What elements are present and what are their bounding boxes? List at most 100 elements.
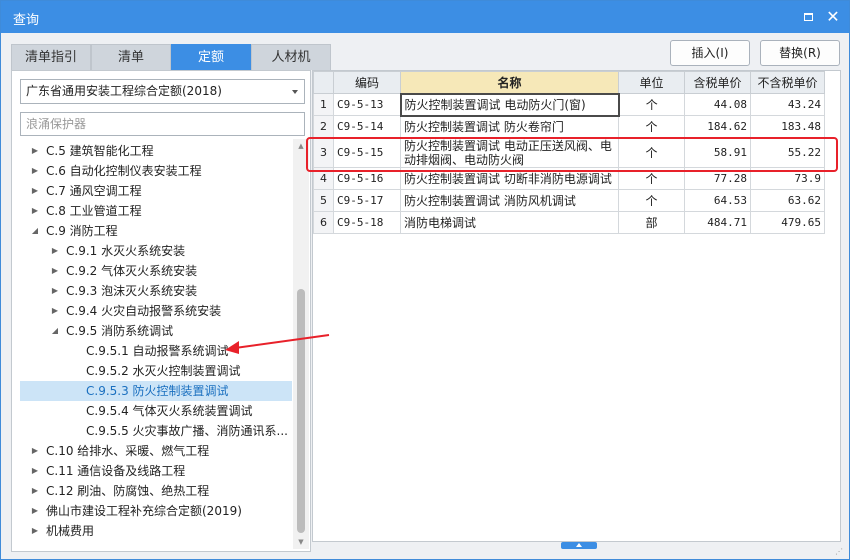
- tree-item[interactable]: ▶ C.9.3 泡沫灭火系统安装: [20, 281, 292, 301]
- cell-unit[interactable]: 个: [618, 115, 685, 138]
- tree-item[interactable]: ▶ C.11 通信设备及线路工程: [20, 461, 292, 481]
- collapsed-arrow-icon[interactable]: ▶: [30, 501, 40, 521]
- tree-item[interactable]: ▶ C.12 刷油、防腐蚀、绝热工程: [20, 481, 292, 501]
- tree-item-label: 机械费用: [46, 524, 95, 538]
- cell-name[interactable]: 防火控制装置调试 防火卷帘门: [400, 115, 619, 138]
- cell-notax-price[interactable]: 43.24: [750, 93, 825, 116]
- collapsed-arrow-icon[interactable]: ▶: [30, 161, 40, 181]
- column-header-unit[interactable]: 单位: [618, 71, 685, 94]
- table-row[interactable]: 2 C9-5-14 防火控制装置调试 防火卷帘门个 184.62 183.48: [313, 115, 825, 138]
- highlight-annotation: [306, 137, 838, 172]
- cell-name[interactable]: 消防电梯调试: [400, 211, 619, 234]
- replace-button[interactable]: 替换(R): [760, 40, 840, 66]
- tree-item-label: C.6 自动化控制仪表安装工程: [46, 164, 202, 178]
- collapsed-arrow-icon[interactable]: ▶: [50, 281, 60, 301]
- tree-item-label: C.9 消防工程: [46, 224, 118, 238]
- tree-item[interactable]: ▶ C.5 建筑智能化工程: [20, 141, 292, 161]
- row-index-header: [313, 71, 334, 94]
- collapsed-arrow-icon[interactable]: ▶: [30, 141, 40, 161]
- collapsed-arrow-icon[interactable]: ▶: [30, 441, 40, 461]
- tree-item[interactable]: ◢ C.9 消防工程: [20, 221, 292, 241]
- tree-item[interactable]: ▶ 机械费用: [20, 521, 292, 541]
- cell-tax-price[interactable]: 484.71: [684, 211, 751, 234]
- row-index[interactable]: 1: [313, 93, 334, 116]
- tab-0[interactable]: 清单指引: [11, 44, 91, 70]
- cell-code[interactable]: C9-5-18: [333, 211, 401, 234]
- tree-item-label: C.9.5.4 气体灭火系统装置调试: [86, 404, 253, 418]
- cell-unit[interactable]: 部: [618, 211, 685, 234]
- tree-item[interactable]: ▶ C.10 给排水、采暖、燃气工程: [20, 441, 292, 461]
- resize-grip-icon[interactable]: ⋰: [835, 547, 845, 557]
- collapsed-arrow-icon[interactable]: ▶: [30, 461, 40, 481]
- row-index[interactable]: 2: [313, 115, 334, 138]
- collapsed-arrow-icon[interactable]: ▶: [50, 261, 60, 281]
- tree-item-label: C.9.4 火灾自动报警系统安装: [66, 304, 222, 318]
- cell-notax-price[interactable]: 183.48: [750, 115, 825, 138]
- cell-notax-price[interactable]: 479.65: [750, 211, 825, 234]
- tree-item[interactable]: C.9.5.4 气体灭火系统装置调试: [20, 401, 292, 421]
- tree-item[interactable]: ▶ C.7 通风空调工程: [20, 181, 292, 201]
- tree-item-label: C.9.5.1 自动报警系统调试: [86, 344, 229, 358]
- scroll-thumb[interactable]: [297, 289, 305, 533]
- tree-item[interactable]: ▶ C.9.1 水灭火系统安装: [20, 241, 292, 261]
- tab-2[interactable]: 定额: [171, 44, 251, 70]
- cell-unit[interactable]: 个: [618, 93, 685, 116]
- chevron-down-icon: [292, 90, 298, 94]
- table-row[interactable]: 6 C9-5-18 消防电梯调试部 484.71 479.65: [313, 211, 825, 234]
- tree-item-label: C.9.5.5 火灾事故广播、消防通讯系...: [86, 424, 288, 438]
- column-header-name[interactable]: 名称: [400, 71, 619, 94]
- library-select[interactable]: 广东省通用安装工程综合定额(2018): [20, 79, 305, 104]
- tree-item[interactable]: ▶ C.9.2 气体灭火系统安装: [20, 261, 292, 281]
- panel-collapse-handle[interactable]: [561, 542, 597, 549]
- scroll-down-icon[interactable]: ▼: [293, 535, 309, 549]
- collapsed-arrow-icon[interactable]: ▶: [30, 481, 40, 501]
- collapsed-arrow-icon[interactable]: ▶: [30, 201, 40, 221]
- cell-name[interactable]: 防火控制装置调试 消防风机调试: [400, 189, 619, 212]
- column-header-tax-price[interactable]: 含税单价: [684, 71, 751, 94]
- tab-1[interactable]: 清单: [91, 44, 171, 70]
- collapsed-arrow-icon[interactable]: ▶: [30, 521, 40, 541]
- table-row[interactable]: 5 C9-5-17 防火控制装置调试 消防风机调试个 64.53 63.62: [313, 189, 825, 212]
- expanded-arrow-icon[interactable]: ◢: [50, 321, 60, 341]
- restore-icon[interactable]: [799, 7, 819, 27]
- collapsed-arrow-icon[interactable]: ▶: [30, 181, 40, 201]
- tree-item[interactable]: ▶ 佛山市建设工程补充综合定额(2019): [20, 501, 292, 521]
- tree-item[interactable]: ▶ C.8 工业管道工程: [20, 201, 292, 221]
- column-header-code[interactable]: 编码: [333, 71, 401, 94]
- tab-3[interactable]: 人材机: [251, 44, 331, 70]
- tree-item[interactable]: ▶ C.9.4 火灾自动报警系统安装: [20, 301, 292, 321]
- collapsed-arrow-icon[interactable]: ▶: [50, 241, 60, 261]
- collapsed-arrow-icon[interactable]: ▶: [50, 301, 60, 321]
- title-bar: 查询 ✕: [1, 1, 849, 33]
- tree-item-label: C.10 给排水、采暖、燃气工程: [46, 444, 210, 458]
- cell-unit[interactable]: 个: [618, 189, 685, 212]
- table-row[interactable]: 1 C9-5-13 防火控制装置调试 电动防火门(窗) 个 44.08 43.24: [313, 92, 825, 117]
- tree-item[interactable]: C.9.5.2 水灭火控制装置调试: [20, 361, 292, 381]
- tree-item-label: C.9.2 气体灭火系统安装: [66, 264, 198, 278]
- tree-item-label: C.9.5.2 水灭火控制装置调试: [86, 364, 241, 378]
- row-index[interactable]: 6: [313, 211, 334, 234]
- tree-item[interactable]: ▶ C.6 自动化控制仪表安装工程: [20, 161, 292, 181]
- tree-item-label: C.9.1 水灭火系统安装: [66, 244, 186, 258]
- cell-notax-price[interactable]: 63.62: [750, 189, 825, 212]
- tree-item[interactable]: C.9.5.3 防火控制装置调试: [20, 381, 292, 401]
- cell-code[interactable]: C9-5-13: [333, 93, 401, 116]
- query-dialog: 查询 ✕ 清单指引 清单 定额 人材机 插入(I) 替换(R) 广东省通用安装工程综合…: [0, 0, 850, 560]
- insert-button[interactable]: 插入(I): [670, 40, 750, 66]
- expanded-arrow-icon[interactable]: ◢: [30, 221, 40, 241]
- tree-item[interactable]: C.9.5.5 火灾事故广播、消防通讯系...: [20, 421, 292, 441]
- cell-tax-price[interactable]: 44.08: [684, 93, 751, 116]
- search-input[interactable]: 浪涌保护器: [20, 112, 305, 136]
- cell-name[interactable]: 防火控制装置调试 电动防火门(窗): [399, 92, 620, 117]
- close-icon[interactable]: ✕: [823, 7, 843, 27]
- cell-code[interactable]: C9-5-17: [333, 189, 401, 212]
- cell-tax-price[interactable]: 64.53: [684, 189, 751, 212]
- library-select-value: 广东省通用安装工程综合定额(2018): [26, 84, 222, 98]
- tree-item-label: C.7 通风空调工程: [46, 184, 142, 198]
- tree-item-label: 佛山市建设工程补充综合定额(2019): [46, 504, 242, 518]
- row-index[interactable]: 5: [313, 189, 334, 212]
- cell-code[interactable]: C9-5-14: [333, 115, 401, 138]
- annotation-arrow-icon: [225, 334, 330, 354]
- cell-tax-price[interactable]: 184.62: [684, 115, 751, 138]
- column-header-notax-price[interactable]: 不含税单价: [750, 71, 825, 94]
